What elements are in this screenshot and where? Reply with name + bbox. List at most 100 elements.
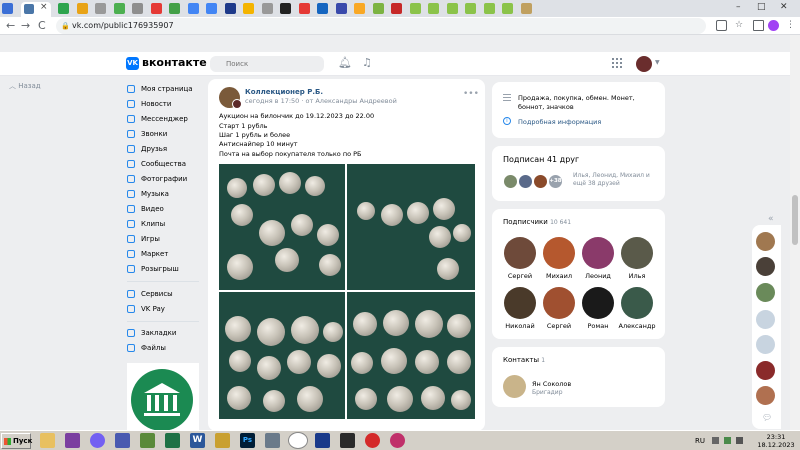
system-clock[interactable]: 23:31 18.12.2023: [755, 433, 797, 449]
subscriber-name[interactable]: Леонид: [577, 272, 619, 280]
subscriber-avatar[interactable]: [621, 287, 653, 319]
collapse-chevron-icon[interactable]: «: [768, 214, 774, 224]
viber-icon[interactable]: [90, 433, 105, 448]
nav-item-music[interactable]: Музыка: [127, 188, 169, 200]
maximize-icon[interactable]: □: [757, 2, 766, 12]
tab-favicon[interactable]: [169, 3, 180, 14]
chat-avatar[interactable]: [756, 232, 775, 251]
subscriber-name[interactable]: Сергей: [499, 272, 541, 280]
vk-brand-name[interactable]: вконтакте: [142, 56, 207, 69]
tray-icon[interactable]: [712, 437, 719, 444]
subscribers-title[interactable]: Подписчики 10 641: [503, 218, 571, 226]
nav-item-giveaway[interactable]: Розыгрыш: [127, 263, 179, 275]
bell-icon[interactable]: 🔔︎: [338, 56, 352, 69]
tab-favicon[interactable]: [132, 3, 143, 14]
subscriber-avatar[interactable]: [543, 237, 575, 269]
more-info-link[interactable]: Подробная информация: [518, 118, 601, 126]
contact-name[interactable]: Ян Соколов: [532, 380, 571, 388]
subscriber-name[interactable]: Николай: [499, 322, 541, 330]
nav-item-news[interactable]: Новости: [127, 98, 171, 110]
tab-favicon[interactable]: [187, 3, 199, 14]
minimize-icon[interactable]: –: [736, 2, 741, 12]
nav-item-calls[interactable]: Звонки: [127, 128, 167, 140]
author-avatar[interactable]: [232, 99, 242, 109]
vk-logo[interactable]: VK: [126, 57, 139, 70]
nav-item-messenger[interactable]: Мессенджер: [127, 113, 188, 125]
tab-favicon[interactable]: [95, 3, 106, 14]
chat-avatar[interactable]: [756, 361, 775, 380]
forward-arrow-icon[interactable]: →: [21, 19, 30, 32]
coin-photo[interactable]: [219, 164, 345, 290]
tab-favicon[interactable]: [150, 3, 162, 14]
tab-favicon[interactable]: [280, 3, 291, 14]
subscriber-name[interactable]: Михаил: [538, 272, 580, 280]
nav-item-photos[interactable]: Фотографии: [127, 173, 187, 185]
tab-favicon[interactable]: [113, 3, 125, 14]
back-link[interactable]: ︿ Назад: [9, 81, 41, 91]
post-author[interactable]: Коллекционер Р.Б.: [245, 88, 323, 96]
friend-avatar[interactable]: [503, 174, 518, 189]
chat-avatar[interactable]: [756, 386, 775, 405]
folder-icon[interactable]: [40, 433, 55, 448]
active-tab[interactable]: ×: [20, 2, 51, 17]
tab-close-icon[interactable]: ×: [40, 2, 48, 12]
chrome-icon[interactable]: [288, 432, 308, 449]
user-avatar[interactable]: [636, 56, 652, 72]
share-icon[interactable]: [716, 20, 727, 31]
tab-favicon[interactable]: [465, 3, 476, 14]
taskbar-app-icon[interactable]: [115, 433, 130, 448]
tab-favicon[interactable]: [409, 3, 421, 14]
menu-kebab-icon[interactable]: ⋮: [786, 20, 797, 31]
subscriber-name[interactable]: Сергей: [538, 322, 580, 330]
coin-photo[interactable]: [219, 292, 345, 419]
chat-avatar[interactable]: [756, 310, 775, 329]
nav-item-communities[interactable]: Сообщества: [127, 158, 186, 170]
profile-avatar-icon[interactable]: [768, 20, 779, 31]
apps-grid-icon[interactable]: [612, 58, 622, 68]
reload-icon[interactable]: C: [38, 19, 46, 32]
subscriber-avatar[interactable]: [504, 237, 536, 269]
address-bar[interactable]: 🔒 vk.com/public176935907: [56, 18, 706, 34]
subscriber-avatar[interactable]: [621, 237, 653, 269]
chat-avatar[interactable]: [756, 283, 775, 302]
chat-avatar[interactable]: [756, 257, 775, 276]
scrollbar-thumb[interactable]: [792, 195, 798, 245]
page-scrollbar[interactable]: [790, 35, 800, 430]
taskbar-app-icon[interactable]: [65, 433, 80, 448]
tab-favicon[interactable]: [261, 3, 273, 14]
tab-favicon[interactable]: [372, 3, 384, 14]
tab-favicon[interactable]: [243, 3, 254, 14]
save-disk-icon[interactable]: [315, 433, 330, 448]
language-indicator[interactable]: RU: [695, 437, 705, 445]
subscriber-avatar[interactable]: [582, 237, 614, 269]
back-arrow-icon[interactable]: ←: [6, 19, 15, 32]
speaker-icon[interactable]: [736, 437, 743, 444]
taskbar-app-icon[interactable]: [390, 433, 405, 448]
start-button[interactable]: Пуск: [1, 433, 32, 449]
tab-favicon[interactable]: [298, 3, 310, 14]
side-panel-icon[interactable]: [753, 20, 764, 31]
nav-item-my-page[interactable]: Моя страница: [127, 83, 193, 95]
excel-icon[interactable]: [165, 433, 180, 448]
friend-avatar[interactable]: [518, 174, 533, 189]
chat-bubble-icon[interactable]: 💬︎: [762, 413, 772, 422]
search-input[interactable]: [210, 56, 324, 72]
ad-banner[interactable]: [127, 363, 199, 431]
chat-avatar[interactable]: [756, 335, 775, 354]
contacts-title[interactable]: Контакты 1: [503, 356, 545, 364]
more-menu-icon[interactable]: •••: [463, 89, 479, 99]
nav-item-clips[interactable]: Клипы: [127, 218, 165, 230]
nav-item-bookmarks[interactable]: Закладки: [127, 327, 176, 339]
word-icon[interactable]: W: [190, 433, 205, 448]
taskbar-app-icon[interactable]: [140, 433, 155, 448]
tab-favicon[interactable]: [206, 3, 217, 14]
subscriber-avatar[interactable]: [504, 287, 536, 319]
tab-favicon[interactable]: [2, 3, 13, 14]
music-note-icon[interactable]: ♫: [362, 56, 372, 69]
window-close-icon[interactable]: ✕: [780, 2, 788, 12]
tab-favicon[interactable]: [76, 3, 88, 14]
subscriber-name[interactable]: Александр: [613, 322, 661, 330]
coin-photo[interactable]: [347, 292, 475, 419]
nav-item-friends[interactable]: Друзья: [127, 143, 167, 155]
nav-item-services[interactable]: Сервисы: [127, 288, 173, 300]
